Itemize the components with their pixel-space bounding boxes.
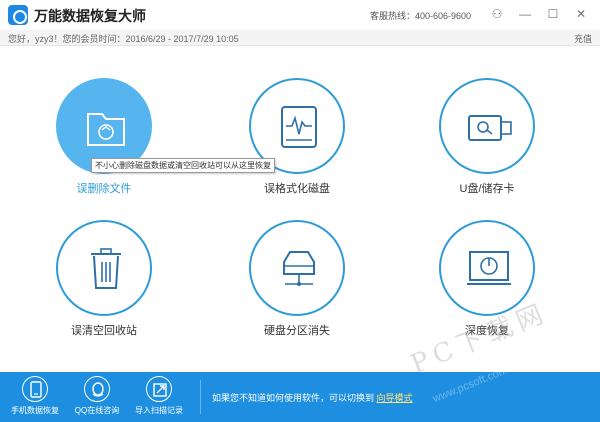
bottom-label: 导入扫描记录 xyxy=(135,406,183,415)
mode-label: 误格式化磁盘 xyxy=(264,183,330,195)
member-info: 您好，yzy3！您的会员时间：2016/6/29 - 2017/7/29 10:… xyxy=(8,34,239,44)
minimize-button[interactable]: — xyxy=(516,5,534,23)
mode-circle[interactable] xyxy=(249,220,345,316)
close-button[interactable]: ✕ xyxy=(572,5,590,23)
mode-label: 误清空回收站 xyxy=(71,325,137,337)
guide-hint: 如果您不知道如何使用软件，可以切换到 向导模式 xyxy=(212,391,413,404)
mode-recycle-bin[interactable]: 误清空回收站 xyxy=(49,216,189,346)
mode-circle[interactable] xyxy=(56,220,152,316)
title-bar: 万能数据恢复大师 客服热线：400-606-9600 ⚇ — ☐ ✕ xyxy=(0,0,600,30)
recycle-bin-icon xyxy=(91,248,121,289)
mode-usb-card[interactable]: U盘/储存卡 xyxy=(432,74,572,204)
network-disk-icon xyxy=(283,251,315,286)
mode-formatted-disk[interactable]: 误格式化磁盘 xyxy=(242,74,382,204)
mode-label: U盘/储存卡 xyxy=(459,183,515,195)
usb-drive-icon xyxy=(468,115,512,141)
mode-label: 硬盘分区消失 xyxy=(264,325,330,337)
qq-icon xyxy=(84,376,110,402)
qq-consult-button[interactable]: QQ在线咨询 xyxy=(67,376,127,416)
skin-icon[interactable]: ⚇ xyxy=(488,5,506,23)
app-title: 万能数据恢复大师 xyxy=(34,8,146,24)
mode-deleted-files[interactable]: 误删除文件 xyxy=(49,74,189,204)
mode-circle[interactable] xyxy=(439,78,535,174)
mode-tooltip: 不小心删除磁盘数据或清空回收站可以从这里恢复 xyxy=(91,158,275,173)
guide-text: 如果您不知道如何使用软件，可以切换到 xyxy=(212,393,375,403)
wizard-mode-link[interactable]: 向导模式 xyxy=(377,393,413,403)
import-scan-button[interactable]: 导入扫描记录 xyxy=(129,376,189,416)
maximize-button[interactable]: ☐ xyxy=(544,5,562,23)
bottom-label: QQ在线咨询 xyxy=(74,406,120,415)
account-bar: 您好，yzy3！您的会员时间：2016/6/29 - 2017/7/29 10:… xyxy=(0,30,600,46)
mode-lost-partition[interactable]: 硬盘分区消失 xyxy=(242,216,382,346)
bottom-label: 手机数据恢复 xyxy=(11,406,59,415)
phone-icon xyxy=(22,376,48,402)
app-logo-icon xyxy=(8,5,28,25)
mode-label: 误删除文件 xyxy=(76,183,132,195)
phone-recovery-button[interactable]: 手机数据恢复 xyxy=(5,376,65,416)
bottom-divider xyxy=(200,380,201,414)
bottom-bar: 手机数据恢复 QQ在线咨询 导入扫描记录 如果您不知道如何使用软件，可以切换到 … xyxy=(0,372,600,422)
hotline-text: 客服热线：400-606-9600 xyxy=(370,11,472,21)
import-icon xyxy=(146,376,172,402)
recharge-link[interactable]: 充值 xyxy=(574,32,592,45)
